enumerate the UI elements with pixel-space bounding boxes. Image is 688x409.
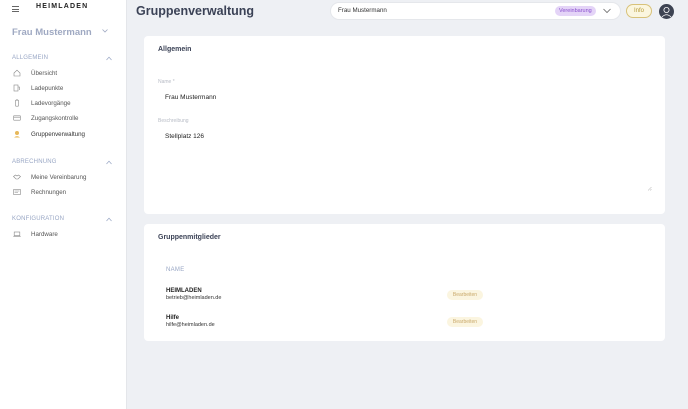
sidebar-item-label: Ladepunkte [31, 84, 64, 92]
name-field[interactable]: Frau Mustermann [165, 94, 216, 101]
description-label: Beschreibung [158, 118, 189, 124]
hamburger-icon [12, 6, 19, 12]
member-email: hilfe@heimladen.de [166, 322, 215, 328]
user-icon [661, 7, 672, 18]
member-name: HEIMLADEN [166, 288, 202, 294]
sidebar-item-meine-vereinbarung[interactable]: Meine Vereinbarung [12, 172, 86, 182]
info-button[interactable]: Info [626, 4, 652, 18]
sidebar-item-ladevorgaenge[interactable]: Ladevorgänge [12, 98, 71, 108]
member-name: Hilfe [166, 315, 180, 321]
general-card-title: Allgemein [158, 46, 192, 53]
sidebar-item-gruppenverwaltung[interactable]: Gruppenverwaltung [12, 129, 85, 139]
section-header-allgemein[interactable]: ALLGEMEIN [12, 55, 48, 61]
group-select[interactable]: Frau Mustermann Vereinbarung [331, 3, 620, 19]
page-title: Gruppenverwaltung [136, 4, 255, 18]
member-email: betrieb@heimladen.de [166, 295, 222, 301]
edit-member-button[interactable]: Bearbeiten [447, 290, 483, 300]
description-field[interactable]: Stellplatz 126 [165, 133, 204, 140]
section-header-konfiguration[interactable]: KONFIGURATION [12, 216, 64, 222]
logo: HEIMLADEN [36, 3, 89, 10]
chevron-down-icon[interactable] [102, 28, 108, 34]
home-icon [12, 69, 21, 78]
sidebar-item-label: Ladevorgänge [31, 99, 71, 107]
chevron-down-icon[interactable] [603, 8, 611, 14]
sidebar-item-uebersicht[interactable]: Übersicht [12, 68, 57, 78]
sidebar-item-label: Hardware [31, 230, 58, 238]
battery-icon [12, 99, 21, 108]
avatar[interactable] [659, 4, 674, 19]
chevron-up-icon[interactable] [106, 56, 112, 61]
sidebar-item-label: Gruppenverwaltung [31, 130, 86, 138]
handshake-icon [12, 173, 21, 182]
name-label: Name * [158, 79, 175, 85]
general-card: Allgemein Name * Frau Mustermann Beschre… [144, 36, 665, 214]
edit-member-button[interactable]: Bearbeiten [447, 317, 483, 327]
user-name[interactable]: Frau Mustermann [12, 27, 92, 38]
card-icon [12, 114, 21, 123]
vereinbarung-badge: Vereinbarung [555, 6, 596, 16]
chevron-up-icon[interactable] [106, 160, 112, 165]
charging-station-icon [12, 84, 21, 93]
sidebar-item-rechnungen[interactable]: Rechnungen [12, 187, 66, 197]
menu-toggle[interactable] [12, 3, 19, 15]
sidebar-item-hardware[interactable]: Hardware [12, 229, 58, 239]
resize-handle-icon[interactable] [647, 186, 652, 191]
section-header-abrechnung[interactable]: ABRECHNUNG [12, 159, 57, 165]
sidebar-item-ladepunkte[interactable]: Ladepunkte [12, 83, 63, 93]
column-header-name[interactable]: NAME [166, 267, 185, 273]
sidebar-item-label: Übersicht [31, 69, 58, 77]
sidebar: HEIMLADEN Frau Mustermann ALLGEMEIN Über… [0, 0, 127, 409]
sidebar-item-zugangskontrolle[interactable]: Zugangskontrolle [12, 113, 78, 123]
group-select-value: Frau Mustermann [338, 7, 387, 14]
sidebar-item-label: Zugangskontrolle [31, 114, 79, 122]
sidebar-item-label: Meine Vereinbarung [31, 173, 87, 181]
chevron-up-icon[interactable] [106, 217, 112, 222]
laptop-icon [12, 230, 21, 239]
sidebar-item-label: Rechnungen [31, 188, 67, 196]
members-card: Gruppenmitglieder NAME HEIMLADEN betrieb… [144, 224, 665, 341]
group-icon [12, 130, 21, 139]
members-card-title: Gruppenmitglieder [158, 234, 221, 241]
invoice-icon [12, 188, 21, 197]
